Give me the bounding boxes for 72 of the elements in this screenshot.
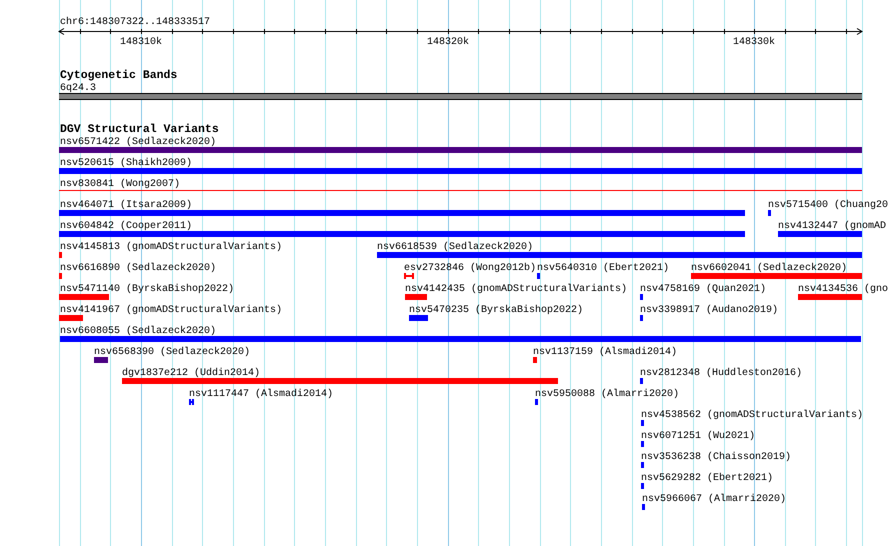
track-title: DGV Structural Variants [60,123,219,136]
variant-bar[interactable] [405,294,427,300]
variant-label: nsv464071 (Itsara2009) [60,200,192,211]
variant-label: nsv830841 (Wong2007) [60,179,180,190]
variant-bar[interactable] [377,252,862,258]
variant-label: nsv5470235 (ByrskaBishop2022) [409,305,584,316]
variant-label: nsv6602041 (Sedlazeck2020) [691,263,848,274]
variant-label: nsv604842 (Cooper2011) [60,221,192,232]
variant-bar[interactable] [59,315,83,321]
variant-bar[interactable] [641,462,644,468]
variant-label: nsv5471140 (ByrskaBishop2022) [60,284,234,295]
variant-line[interactable] [59,190,862,191]
variant-bar[interactable] [641,441,644,447]
variant-label: nsv4758169 (Quan2021) [640,284,766,295]
variant-label: nsv520615 (Shaikh2009) [60,158,192,169]
variant-bar[interactable] [59,294,109,300]
variant-bar[interactable] [640,294,643,300]
tick-label: 148310k [120,37,162,48]
variant-label: nsv6608055 (Sedlazeck2020) [60,326,216,337]
variant-label: nsv3398917 (Audano2019) [640,305,778,316]
track-title: Cytogenetic Bands [60,69,178,82]
variant-label: nsv5629282 (Ebert2021) [641,473,774,484]
tick-label: 148320k [427,37,469,48]
variant-label: nsv6616890 (Sedlazeck2020) [60,263,216,274]
variant-label: nsv6571422 (Sedlazeck2020) [60,137,216,148]
variant-bar[interactable] [641,483,644,489]
variant-label: nsv6618539 (Sedlazeck2020) [377,242,534,253]
variant-bar[interactable] [778,231,862,237]
variant-label: nsv1117447 (Alsmadi2014) [189,389,334,400]
band-label: 6q24.3 [60,83,96,94]
variant-label: nsv2812348 (Huddleston2016) [640,368,802,379]
variant-label: nsv4145813 (gnomADStructuralVariants) [60,242,282,253]
variant-bar[interactable] [94,357,108,363]
variant-bar[interactable] [60,336,861,342]
variant-label: dgv1837e212 (Uddin2014) [122,368,260,379]
variant-label: esv2732846 (Wong2012b) [404,263,536,274]
tick-label: 148330k [733,37,775,48]
variant-bar[interactable] [59,252,62,258]
location-label: chr6:148307322..148333517 [60,17,210,28]
variant-bar[interactable] [59,210,745,216]
variant-span-icon[interactable] [189,398,194,406]
variant-label: nsv5950088 (Almarri2020) [535,389,680,400]
variant-bar[interactable] [122,378,558,384]
variant-label: nsv3536238 (Chaisson2019) [641,452,792,463]
variant-span-icon[interactable] [404,272,414,280]
variant-bar[interactable] [59,231,745,237]
variant-bar[interactable] [535,399,538,405]
variant-bar[interactable] [691,273,862,279]
variant-bar[interactable] [768,210,771,216]
variant-label: nsv1137159 (Alsmadi2014) [533,347,678,358]
variant-label: nsv4538562 (gnomADStructuralVariants) [641,410,864,421]
variant-label: nsv5715400 (Chuang20 [768,200,888,211]
variant-bar[interactable] [409,315,428,321]
variant-bar[interactable] [59,273,62,279]
variant-label: nsv4132447 (gnomAD [778,221,886,232]
variant-label: nsv6071251 (Wu2021) [641,431,756,442]
variant-bar[interactable] [59,147,862,153]
variant-bar[interactable] [798,294,862,300]
variant-label: nsv4134536 (gno [798,284,888,295]
variant-label: nsv5966067 (Almarri2020) [642,494,786,505]
variant-bar[interactable] [533,357,537,363]
variant-bar[interactable] [641,420,644,426]
variant-label: nsv5640310 (Ebert2021) [537,263,670,274]
variant-bar[interactable] [642,504,645,510]
variant-bar[interactable] [640,315,643,321]
variant-label: nsv4141967 (gnomADStructuralVariants) [60,305,282,316]
variant-bar[interactable] [537,273,540,279]
variant-label: nsv4142435 (gnomADStructuralVariants) [405,284,628,295]
variant-label: nsv6568390 (Sedlazeck2020) [94,347,250,358]
variant-bar[interactable] [640,378,643,384]
variant-bar[interactable] [59,168,862,174]
cytoband-bar[interactable] [58,93,862,100]
